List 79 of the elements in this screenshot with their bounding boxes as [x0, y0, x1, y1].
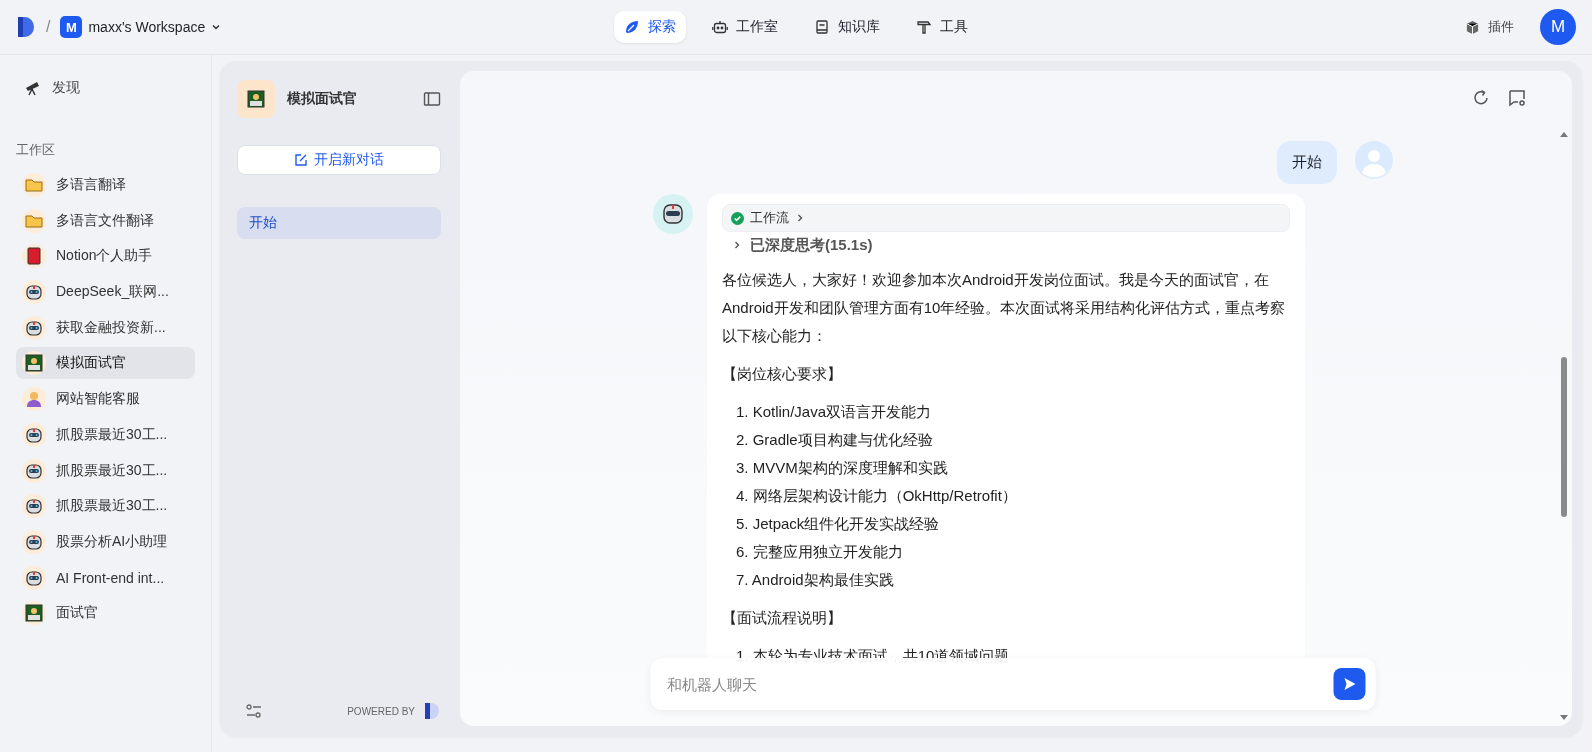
user-message: 开始 — [1277, 141, 1337, 184]
discover-link[interactable]: 发现 — [16, 73, 195, 103]
logo-icon[interactable] — [16, 16, 36, 38]
sidebar-toggle-icon[interactable] — [423, 91, 441, 107]
robot-face-icon — [25, 318, 43, 337]
person-at-computer-icon — [25, 604, 43, 623]
sidebar-item[interactable]: 面试官 — [16, 597, 195, 630]
person-at-computer-icon — [247, 90, 265, 108]
send-icon — [1342, 677, 1357, 691]
sidebar-item[interactable]: Notion个人助手 — [16, 240, 195, 273]
bot-name: 模拟面试官 — [287, 90, 358, 108]
nav-tab[interactable]: 知识库 — [804, 11, 890, 43]
breadcrumb-separator: / — [46, 18, 51, 36]
person-at-computer-icon — [25, 354, 43, 373]
hammer-icon — [916, 19, 932, 35]
message-paragraph: 【面试流程说明】 — [722, 608, 843, 628]
robot-face-icon — [25, 283, 43, 302]
notebook-icon — [26, 247, 42, 266]
sidebar-item[interactable]: 模拟面试官 — [16, 347, 195, 380]
list-item: 1. Kotlin/Java双语言开发能力 — [736, 402, 933, 422]
section-title: 工作区 — [16, 141, 56, 159]
list-item: 1. 本轮为专业技术面试，共10道领域问题 — [736, 646, 1011, 666]
list-item: 3. MVVM架构的深度理解和实践 — [736, 458, 949, 478]
message-paragraph: 【岗位核心要求】 — [722, 364, 843, 384]
new-chat-button[interactable]: 开启新对话 — [237, 145, 441, 175]
nav-tab[interactable]: 探索 — [614, 11, 686, 43]
conversation-item[interactable]: 开始 — [237, 207, 441, 239]
chevron-right-icon — [732, 240, 742, 250]
sidebar-item[interactable]: AI Front-end int... — [16, 561, 195, 594]
sidebar-item[interactable]: DeepSeek_联网... — [16, 276, 195, 309]
sidebar-item[interactable]: 获取金融投资新... — [16, 311, 195, 344]
check-icon — [731, 211, 744, 225]
sidebar-item[interactable]: 抓股票最近30工... — [16, 454, 195, 487]
sidebar-item[interactable]: 多语言文件翻译 — [16, 204, 195, 237]
robot-face-icon — [25, 497, 43, 516]
robot-face-icon — [25, 532, 43, 551]
chevron-right-icon — [795, 213, 805, 223]
list-item: 7. Android架构最佳实践 — [736, 570, 895, 590]
workflow-chip[interactable]: 工作流 — [722, 204, 1290, 232]
settings-icon[interactable] — [245, 703, 263, 719]
sidebar-item[interactable]: 网站智能客服 — [16, 383, 195, 416]
sidebar-item[interactable]: 多语言翻译 — [16, 169, 195, 201]
sidebar-item[interactable]: 抓股票最近30工... — [16, 418, 195, 451]
user-avatar-icon — [1355, 141, 1393, 179]
logo-icon — [423, 702, 441, 720]
sidebar-item[interactable]: 抓股票最近30工... — [16, 490, 195, 523]
robot-face-icon — [25, 461, 43, 480]
robot-face-icon — [25, 425, 43, 444]
workspace-badge: M — [60, 16, 83, 38]
chat-input-field[interactable]: 和机器人聊天 — [664, 674, 1334, 694]
plugins-button[interactable]: 插件 — [1459, 17, 1520, 37]
list-item: 6. 完整应用独立开发能力 — [736, 542, 904, 562]
workspace-switcher[interactable]: M maxx's Workspace — [60, 16, 222, 38]
folder-icon — [25, 212, 43, 229]
nav-tab[interactable]: 工作室 — [702, 11, 788, 43]
robot-face-icon — [25, 568, 43, 587]
list-item: 4. 网络层架构设计能力（OkHttp/Retrofit） — [736, 486, 1018, 506]
person-icon — [25, 390, 43, 409]
user-avatar[interactable]: M — [1540, 9, 1576, 45]
cube-icon — [1465, 19, 1480, 35]
robot-avatar-icon — [653, 194, 693, 234]
chevron-down-icon — [211, 22, 222, 32]
telescope-icon — [24, 79, 42, 97]
leaf-icon — [624, 19, 640, 35]
nav-tab[interactable]: 工具 — [906, 11, 978, 43]
book-icon — [814, 19, 830, 35]
powered-by-label: POWERED BY — [347, 705, 415, 717]
message-paragraph: 各位候选人，大家好！欢迎参加本次Android开发岗位面试。我是今天的面试官，在Android开发和团队管理方面有10年经验。本次面试将采用结构化评估方式，重点考察以下核心能力： — [722, 270, 1287, 346]
chat-settings-icon[interactable] — [1508, 89, 1526, 107]
list-item: 2. Gradle项目构建与优化经验 — [736, 430, 934, 450]
refresh-icon[interactable] — [1472, 89, 1490, 107]
thinking-toggle[interactable]: 已深度思考(15.1s) — [722, 232, 1290, 258]
send-button[interactable] — [1333, 668, 1366, 700]
folder-icon — [25, 177, 43, 193]
edit-icon — [294, 153, 308, 167]
workspace-name: maxx's Workspace — [88, 19, 206, 35]
robot-icon — [712, 19, 728, 35]
sidebar-item[interactable]: 股票分析AI小助理 — [16, 525, 195, 558]
list-item: 5. Jetpack组件化开发实战经验 — [736, 514, 941, 534]
